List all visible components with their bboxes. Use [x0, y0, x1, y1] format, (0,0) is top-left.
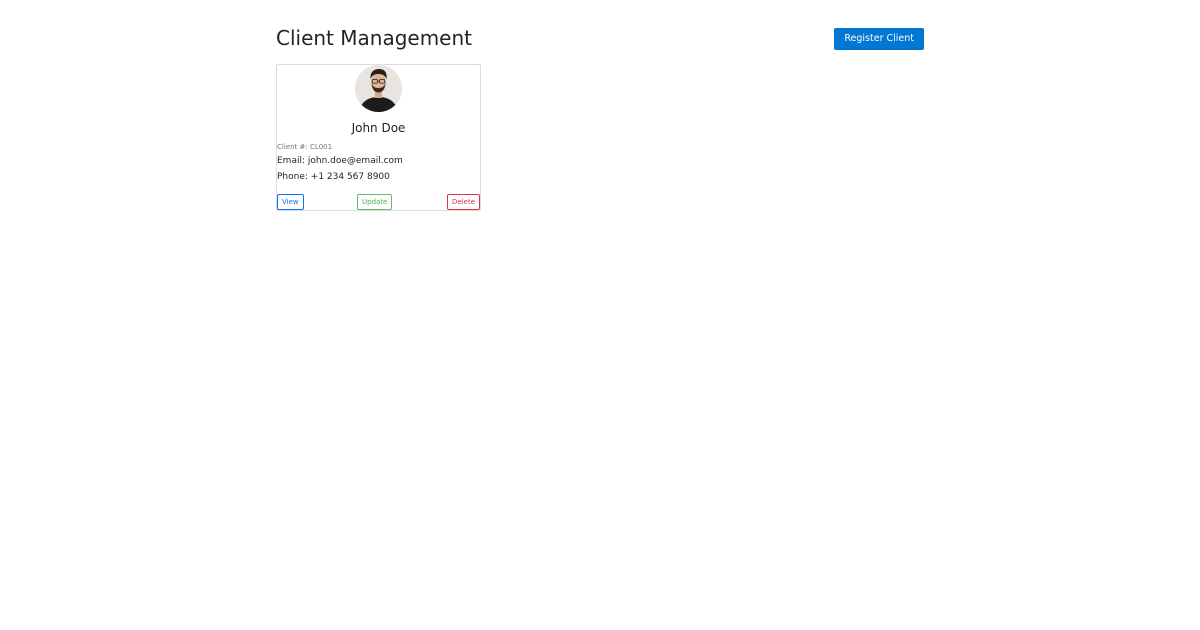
update-client-button[interactable]: Update: [357, 194, 393, 210]
register-client-button[interactable]: Register Client: [834, 28, 924, 50]
delete-client-button[interactable]: Delete: [447, 194, 480, 210]
client-email: Email: john.doe@email.com: [277, 156, 403, 166]
person-avatar-icon: [355, 65, 402, 112]
client-card: John Doe Client #: CL001 Email: john.doe…: [276, 64, 481, 211]
client-avatar: [355, 65, 402, 112]
client-name: John Doe: [351, 121, 406, 135]
client-phone: Phone: +1 234 567 8900: [277, 172, 390, 182]
page-header: Client Management Register Client: [276, 0, 924, 64]
client-number: Client #: CL001: [277, 143, 333, 151]
view-client-button[interactable]: View: [277, 194, 304, 210]
main-container: Client Management Register Client John D…: [276, 0, 924, 211]
page-title: Client Management: [276, 26, 473, 50]
page: Client Management Register Client John D…: [0, 0, 1200, 630]
